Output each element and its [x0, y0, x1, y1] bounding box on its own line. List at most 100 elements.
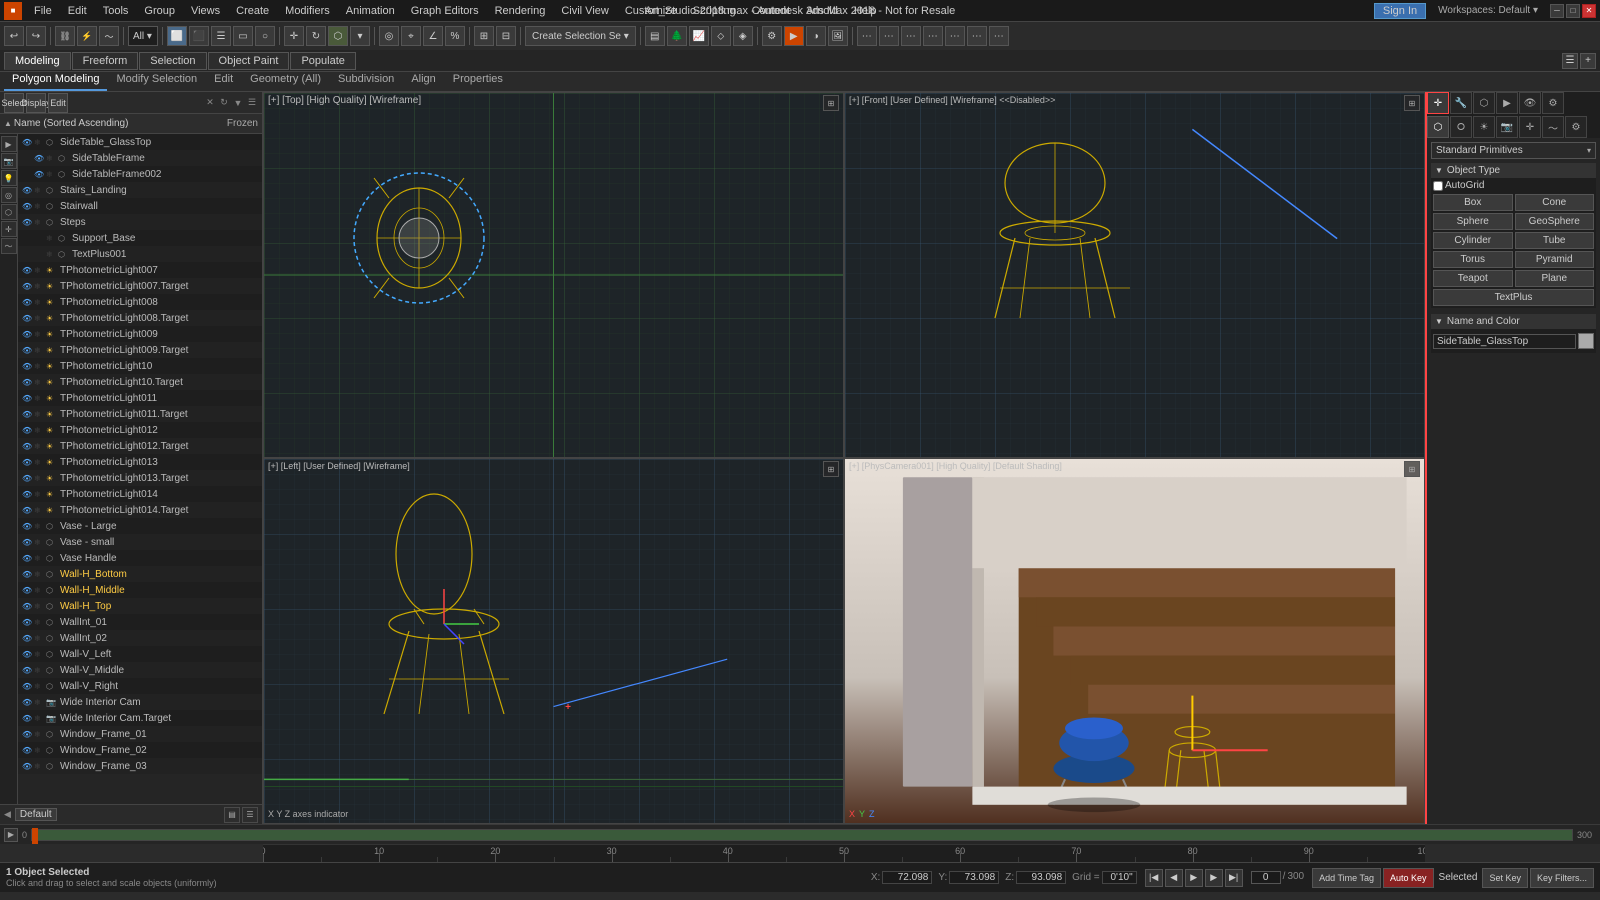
- menu-graph-editors[interactable]: Graph Editors: [403, 5, 487, 17]
- scene-display-button[interactable]: Display: [26, 93, 46, 113]
- scene-explorer[interactable]: 🌲: [667, 26, 687, 46]
- object-name[interactable]: WallInt_02: [60, 633, 260, 644]
- goto-end-button[interactable]: ▶|: [1225, 869, 1243, 887]
- visibility-icon[interactable]: 👁: [22, 682, 34, 691]
- visibility-icon[interactable]: 👁: [22, 698, 34, 707]
- anim-expand[interactable]: ▶: [4, 828, 18, 842]
- object-name[interactable]: TPhotometricLight10: [60, 361, 260, 372]
- select-region-button[interactable]: ⬛: [189, 26, 209, 46]
- visibility-icon[interactable]: 👁: [22, 266, 34, 275]
- anim-thumb[interactable]: [32, 828, 38, 844]
- list-item[interactable]: 👁❄⬡Stairwall: [18, 198, 262, 214]
- freeze-icon[interactable]: ❄: [46, 170, 58, 179]
- btn-box[interactable]: Box: [1433, 194, 1513, 211]
- object-name[interactable]: Stairs_Landing: [60, 185, 260, 196]
- list-item[interactable]: 👁❄⬡WallInt_02: [18, 630, 262, 646]
- angle-snap[interactable]: ∠: [423, 26, 443, 46]
- visibility-icon[interactable]: 👁: [22, 730, 34, 739]
- freeze-icon[interactable]: ❄: [34, 330, 46, 339]
- list-item[interactable]: 👁❄⬡Window_Frame_01: [18, 726, 262, 742]
- freeze-icon[interactable]: ❄: [34, 618, 46, 627]
- visibility-icon[interactable]: 👁: [22, 394, 34, 403]
- rp-tab-motion[interactable]: ▶: [1496, 92, 1518, 114]
- list-item[interactable]: 👁❄☀TPhotometricLight007: [18, 262, 262, 278]
- move-button[interactable]: ✛: [284, 26, 304, 46]
- visibility-icon[interactable]: 👁: [22, 554, 34, 563]
- menu-modifiers[interactable]: Modifiers: [277, 5, 338, 17]
- viewport-top-left[interactable]: [+] [Top] [High Quality] [Wireframe]: [263, 92, 844, 458]
- menu-edit[interactable]: Edit: [60, 5, 95, 17]
- list-item[interactable]: 👁❄⬡Window_Frame_02: [18, 742, 262, 758]
- use-pivot[interactable]: ◎: [379, 26, 399, 46]
- play-button[interactable]: ▶: [1185, 869, 1203, 887]
- subtab-geometry-all[interactable]: Geometry (All): [242, 73, 329, 91]
- side-light[interactable]: 💡: [1, 170, 17, 186]
- tab-object-paint[interactable]: Object Paint: [208, 52, 290, 70]
- object-name[interactable]: SideTableFrame: [72, 153, 260, 164]
- primitives-dropdown[interactable]: Standard Primitives ▾: [1431, 142, 1596, 159]
- bottom-timeline[interactable]: 0102030405060708090100: [263, 844, 1425, 862]
- visibility-icon[interactable]: 👁: [22, 506, 34, 515]
- freeze-icon[interactable]: ❄: [34, 762, 46, 771]
- freeze-icon[interactable]: ❄: [34, 362, 46, 371]
- rp-subtab-helpers[interactable]: ✛: [1519, 116, 1541, 138]
- freeze-icon[interactable]: ❄: [34, 746, 46, 755]
- subtab-align[interactable]: Align: [403, 73, 443, 91]
- object-name[interactable]: SideTable_GlassTop: [60, 137, 260, 148]
- mirror-button[interactable]: ⊞: [474, 26, 494, 46]
- rectangular-select[interactable]: ▭: [233, 26, 253, 46]
- list-item[interactable]: 👁❄☀TPhotometricLight10.Target: [18, 374, 262, 390]
- menu-customize[interactable]: Customize: [617, 5, 685, 17]
- subtab-modify-selection[interactable]: Modify Selection: [108, 73, 205, 91]
- curve-editor[interactable]: 📈: [689, 26, 709, 46]
- list-item[interactable]: 👁❄⬡Vase - Large: [18, 518, 262, 534]
- list-item[interactable]: 👁❄☀TPhotometricLight007.Target: [18, 278, 262, 294]
- object-name[interactable]: Steps: [60, 217, 260, 228]
- freeze-icon[interactable]: ❄: [34, 298, 46, 307]
- freeze-icon[interactable]: ❄: [34, 506, 46, 515]
- object-color-swatch[interactable]: [1578, 333, 1594, 349]
- viewport-top-right-icon[interactable]: ⊞: [1404, 95, 1420, 111]
- viewport-top-right[interactable]: [+] [Front] [User Defined] [Wireframe] <…: [844, 92, 1425, 458]
- scene-close-button[interactable]: ✕: [204, 97, 216, 109]
- rp-subtab-cameras[interactable]: 📷: [1496, 116, 1518, 138]
- freeze-icon[interactable]: ❄: [34, 522, 46, 531]
- rotate-button[interactable]: ↻: [306, 26, 326, 46]
- btn-geosphere[interactable]: GeoSphere: [1515, 213, 1595, 230]
- object-name[interactable]: Vase Handle: [60, 553, 260, 564]
- freeze-icon[interactable]: ❄: [34, 698, 46, 707]
- list-item[interactable]: 👁❄☀TPhotometricLight013.Target: [18, 470, 262, 486]
- btn-torus[interactable]: Torus: [1433, 251, 1513, 268]
- freeze-icon[interactable]: ❄: [34, 202, 46, 211]
- render-frame[interactable]: 🖼: [828, 26, 848, 46]
- object-name[interactable]: TPhotometricLight011: [60, 393, 260, 404]
- visibility-icon[interactable]: 👁: [22, 538, 34, 547]
- object-name[interactable]: Wall-H_Bottom: [60, 569, 260, 580]
- scene-view-icon[interactable]: ▤: [224, 807, 240, 823]
- rp-subtab-shapes[interactable]: ⭘: [1450, 116, 1472, 138]
- visibility-icon[interactable]: 👁: [22, 490, 34, 499]
- freeze-icon[interactable]: ❄: [46, 154, 58, 163]
- object-name-input[interactable]: [1433, 334, 1576, 349]
- list-item[interactable]: 👁❄☀TPhotometricLight012.Target: [18, 438, 262, 454]
- select-object-button[interactable]: ⬜: [167, 26, 187, 46]
- rp-subtab-lights[interactable]: ☀: [1473, 116, 1495, 138]
- visibility-icon[interactable]: 👁: [22, 330, 34, 339]
- side-geometry[interactable]: ⬡: [1, 204, 17, 220]
- rp-tab-utilities[interactable]: ⚙: [1542, 92, 1564, 114]
- visibility-icon[interactable]: 👁: [22, 186, 34, 195]
- object-name[interactable]: Wall-H_Top: [60, 601, 260, 612]
- freeze-icon[interactable]: ❄: [34, 218, 46, 227]
- side-camera[interactable]: 📷: [1, 153, 17, 169]
- list-item[interactable]: 👁❄⬡Window_Frame_03: [18, 758, 262, 774]
- side-space-warp[interactable]: 〜: [1, 238, 17, 254]
- freeze-icon[interactable]: ❄: [34, 570, 46, 579]
- add-tab-button[interactable]: +: [1580, 53, 1596, 69]
- menu-create[interactable]: Create: [228, 5, 277, 17]
- rp-subtab-geometry[interactable]: ⬡: [1427, 116, 1449, 138]
- object-name[interactable]: Window_Frame_03: [60, 761, 260, 772]
- visibility-icon[interactable]: 👁: [22, 586, 34, 595]
- list-item[interactable]: 👁❄⬡Vase Handle: [18, 550, 262, 566]
- tab-populate[interactable]: Populate: [290, 52, 355, 70]
- visibility-icon[interactable]: 👁: [22, 762, 34, 771]
